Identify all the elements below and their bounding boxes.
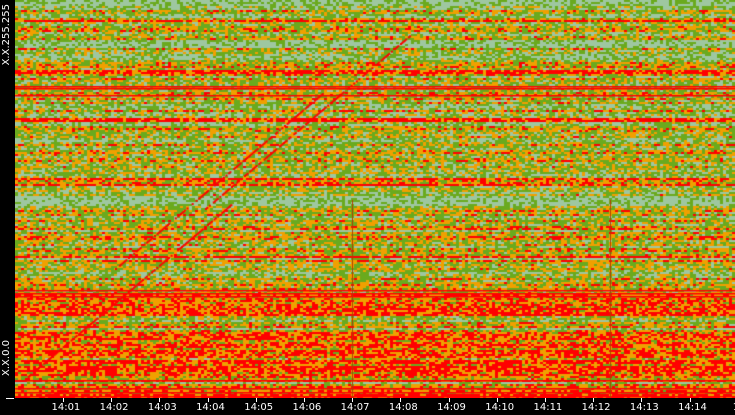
y-tick-label-bottom: X.X.0.0 [1,340,12,376]
y-axis-tick [6,398,14,399]
x-tick-label: 14:10 [485,402,515,413]
x-tick-label: 14:04 [196,402,225,413]
x-tick-label: 14:05 [244,402,274,413]
x-tick-label: 14:03 [147,402,177,413]
y-tick-label-top: X.X.255.255 [1,4,12,66]
x-axis: 14:01 14:02 14:03 14:04 14:05 14:06 14:07 14:08… [0,398,735,415]
x-tick-label: 14:01 [51,402,81,413]
x-tick-label: 14:11 [533,402,563,413]
x-tick-label: 14:13 [629,402,659,413]
heatmap-canvas [15,0,735,398]
x-tick-label: 14:02 [99,402,129,413]
x-tick-label: 14:06 [292,402,322,413]
x-tick-label: 14:14 [678,402,707,413]
x-tick-label: 14:12 [581,402,611,413]
x-tick-label: 14:09 [437,402,466,413]
y-axis: X.X.255.255 X.X.0.0 [0,0,15,398]
x-tick-label: 14:07 [340,402,370,413]
x-tick-label: 14:08 [388,402,418,413]
